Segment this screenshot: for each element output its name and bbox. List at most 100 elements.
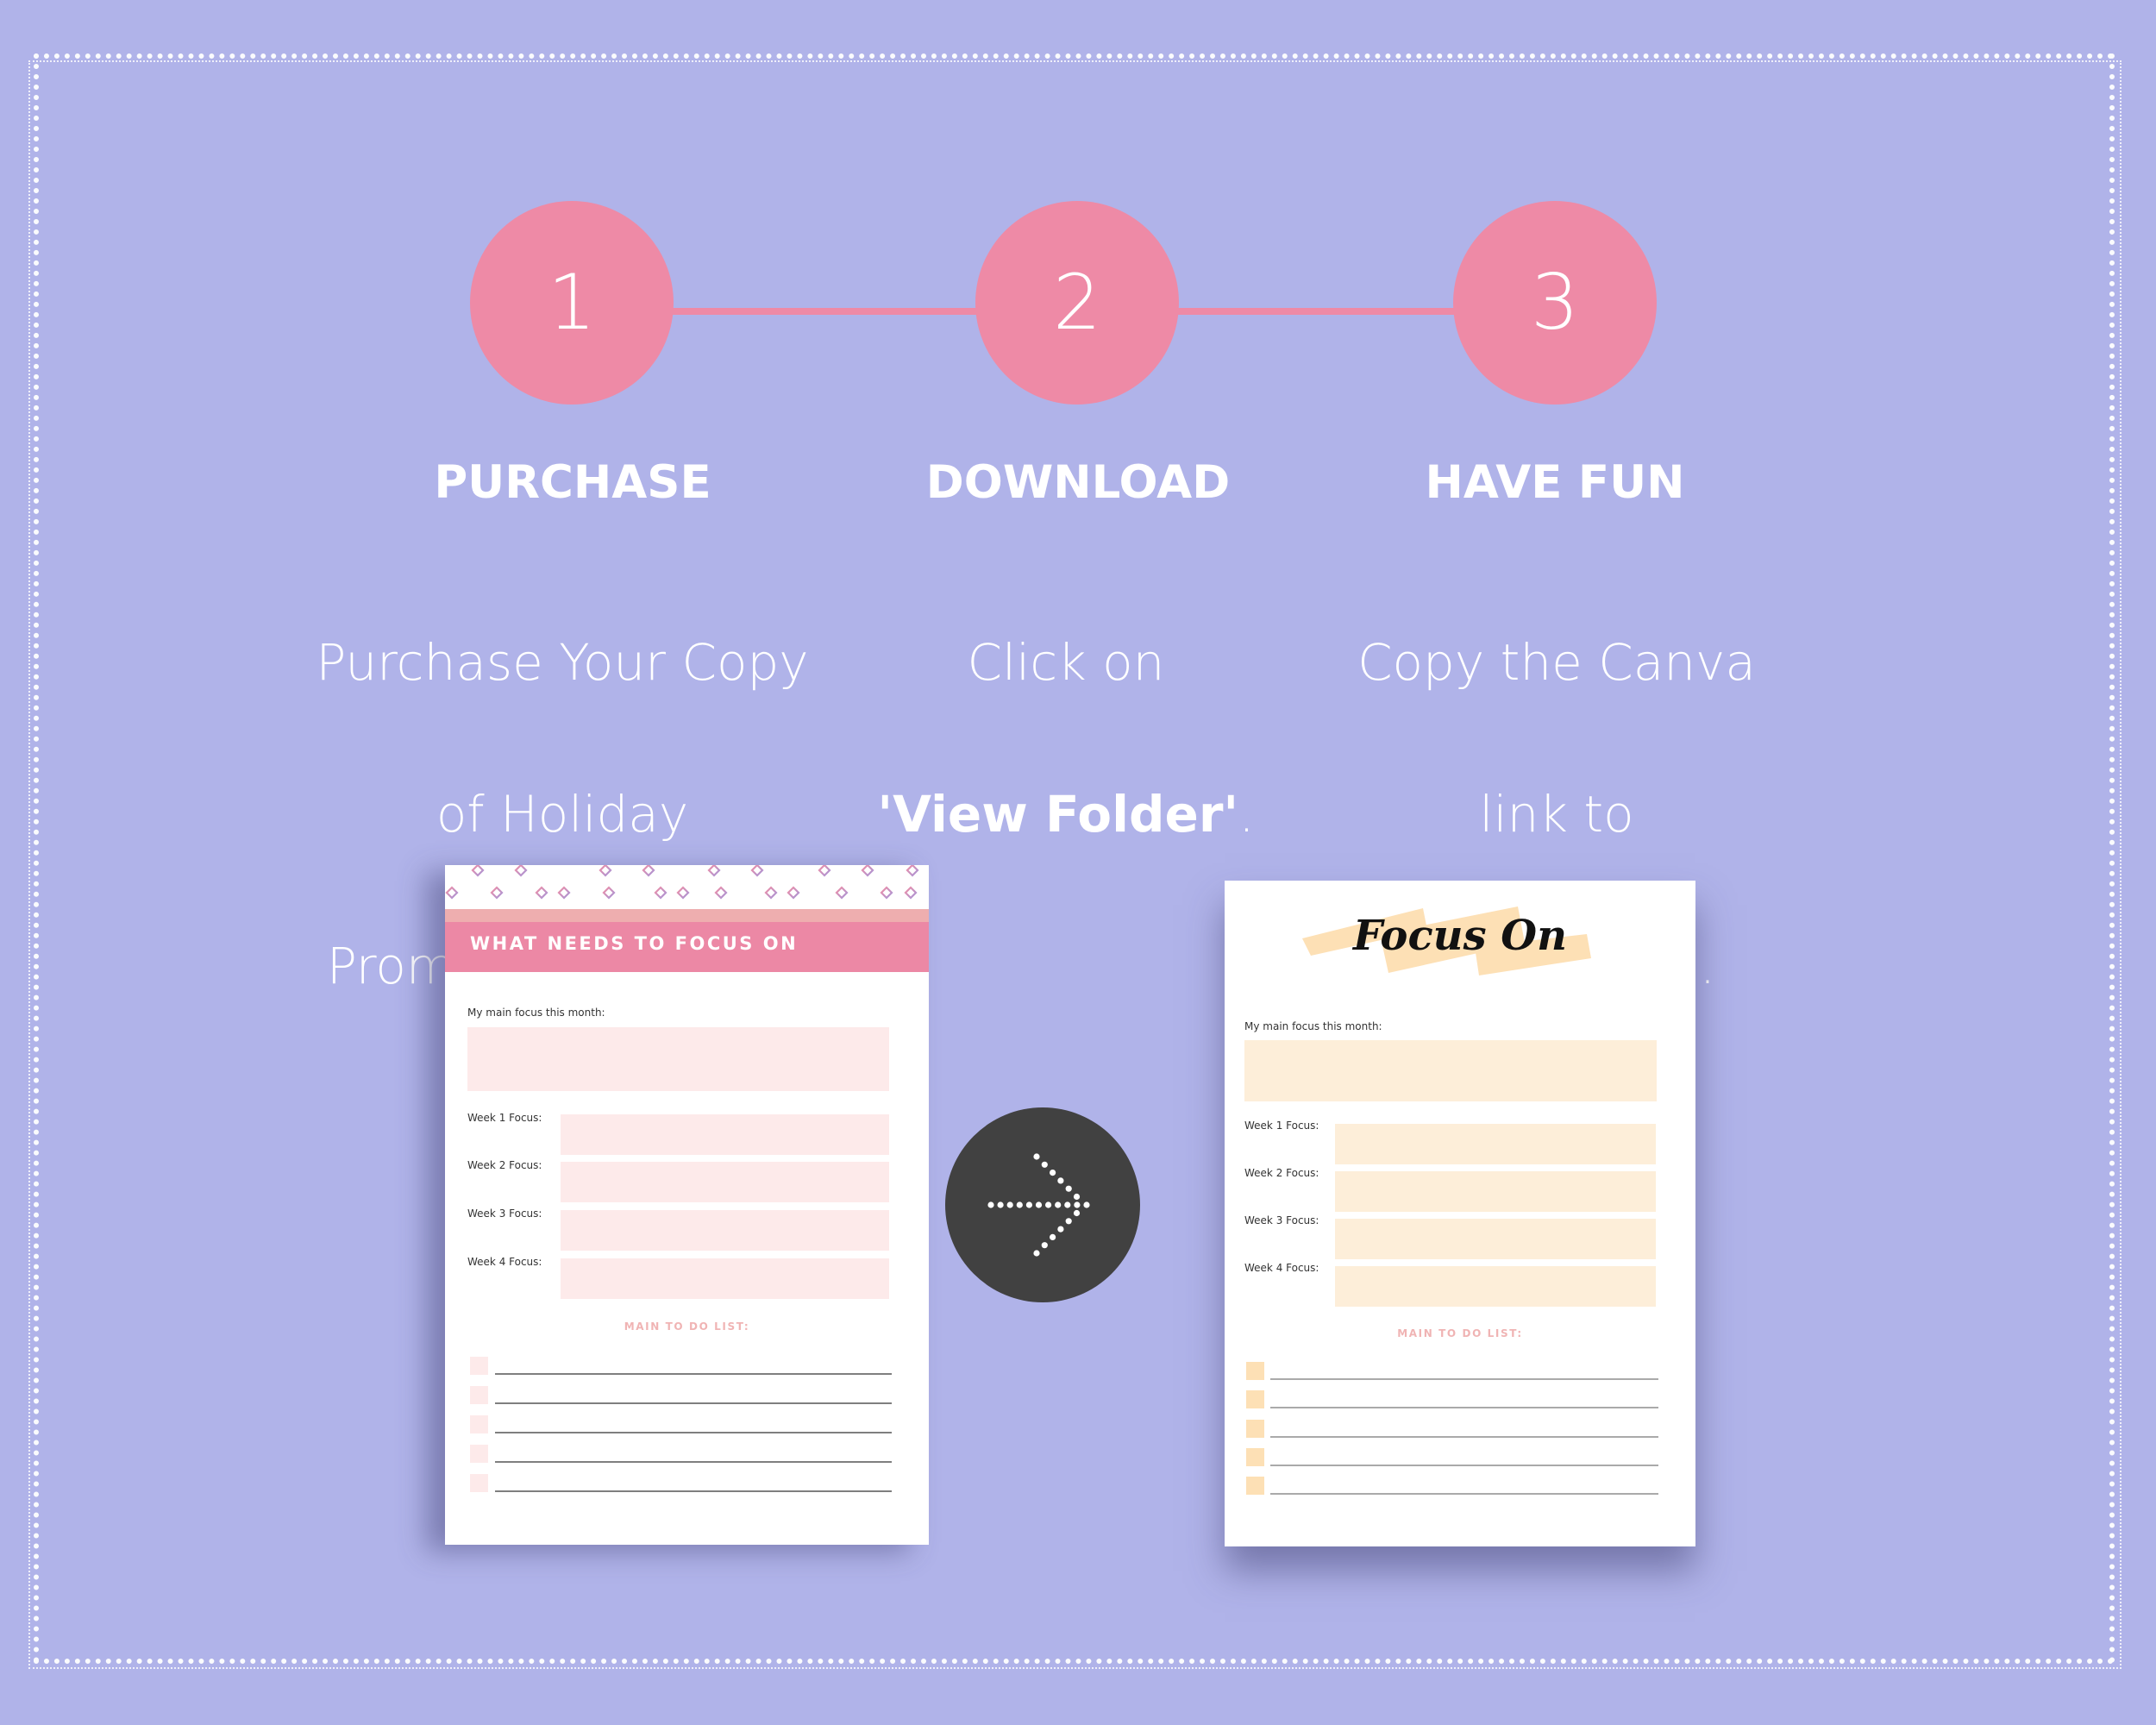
arrow-dot [1035,1201,1043,1208]
step-3-circle: 3 [1453,201,1657,405]
arrow-dot [1033,1153,1040,1160]
step-2-period: . [1238,785,1255,844]
arrow-dot [1055,1201,1062,1208]
todo-line [1270,1378,1658,1380]
week-2-field [1335,1171,1656,1212]
planner-title: Focus On [1352,912,1568,960]
step-2-circle: 2 [975,201,1179,405]
arrow-dot [1006,1201,1013,1208]
todo-line [495,1373,892,1375]
step-3-line-1: Copy the Canva [1357,633,1756,692]
view-folder-emphasis: 'View Folder' [877,785,1239,844]
diamond-shape [514,865,528,877]
arrow-dot [987,1201,994,1208]
todo-checkbox [1246,1390,1264,1409]
planner-title: WHAT NEEDS TO FOCUS ON [470,933,799,954]
diamond-shape [471,865,485,877]
step-1-circle: 1 [470,201,674,405]
diamond-shape [906,865,919,877]
arrow-dot [1041,1242,1048,1249]
planner-preview-original: WHAT NEEDS TO FOCUS ON My main focus thi… [445,865,929,1545]
todo-checkbox [1246,1477,1264,1496]
week-1-label: Week 1 Focus: [467,1112,542,1124]
diamond-shape [764,886,778,900]
step-1-number: 1 [548,258,596,347]
arrow-dot [1045,1201,1052,1208]
arrow-dot [1025,1201,1032,1208]
arrow-dot [1041,1161,1048,1168]
arrow-dot [1057,1177,1064,1184]
week-4-field [1335,1266,1656,1307]
diamond-shape [602,886,616,900]
todo-line [495,1461,892,1463]
arrow-dot [1064,1201,1071,1208]
todo-list-title: MAIN TO DO LIST: [624,1320,750,1333]
todo-checkbox [1246,1447,1264,1466]
week-2-field [561,1162,889,1202]
todo-line [495,1432,892,1433]
arrow-dot [1065,1185,1072,1192]
week-4-label: Week 4 Focus: [1244,1262,1319,1274]
transform-arrow-badge [945,1107,1140,1302]
todo-line [1270,1464,1658,1466]
todo-checkbox [470,1415,488,1433]
dotted-arrow-right-icon [987,1153,1090,1257]
step-2-line-2: 'View Folder'. [790,776,1342,852]
arrow-dot [1074,1201,1081,1208]
week-1-label: Week 1 Focus: [1244,1120,1319,1132]
todo-checkbox [1246,1419,1264,1438]
diamond-shape [642,865,655,877]
arrow-dot [997,1201,1004,1208]
week-2-label: Week 2 Focus: [467,1159,542,1171]
header-accent-stripe [445,909,929,922]
diamond-shape [818,865,831,877]
todo-line [495,1490,892,1492]
week-4-field [561,1258,889,1299]
step-2-line-1: Click on [967,633,1165,692]
todo-list-title: MAIN TO DO LIST: [1397,1327,1523,1339]
diamond-shape [599,865,612,877]
diamond-shape [654,886,667,900]
arrow-dot [1073,1193,1081,1201]
todo-checkbox [1246,1362,1264,1380]
diamond-shape [676,886,690,900]
week-3-field [561,1210,889,1251]
diamond-shape [835,886,849,900]
todo-checkbox [470,1474,488,1492]
arrow-dot [1073,1209,1081,1217]
arrow-dot [1065,1218,1072,1225]
step-1-line-2: of Holiday [436,785,689,844]
todo-checkbox [470,1386,488,1404]
step-2-title: DOWNLOAD [925,456,1231,509]
week-3-field [1335,1219,1656,1259]
diamond-pattern [445,865,919,900]
diamond-shape [750,865,764,877]
week-1-field [1335,1124,1656,1164]
arrow-dot [1057,1226,1064,1233]
step-connector-1-2 [673,308,976,315]
todo-line [495,1402,892,1404]
week-4-label: Week 4 Focus: [467,1256,542,1268]
step-3-line-2: link to [1479,785,1634,844]
todo-checkbox [470,1357,488,1375]
diamond-shape [445,886,459,900]
todo-line [1270,1493,1658,1496]
arrow-dot [1083,1201,1090,1208]
diamond-shape [904,886,918,900]
diamond-shape [861,865,874,877]
todo-line [1270,1407,1658,1409]
arrow-dot [1050,1233,1056,1240]
arrow-dot [1016,1201,1023,1208]
step-3-number: 3 [1531,258,1579,347]
main-focus-field [1244,1040,1657,1101]
step-1-line-1: Purchase Your Copy [316,633,809,692]
diamond-shape [535,886,548,900]
arrow-dot [1033,1250,1040,1257]
week-2-label: Week 2 Focus: [1244,1167,1319,1179]
main-focus-label: My main focus this month: [1244,1020,1382,1032]
step-connector-2-3 [1178,308,1454,315]
step-1-title: PURCHASE [434,456,711,509]
diamond-shape [714,886,728,900]
diamond-shape [707,865,721,877]
main-focus-field [467,1027,889,1091]
